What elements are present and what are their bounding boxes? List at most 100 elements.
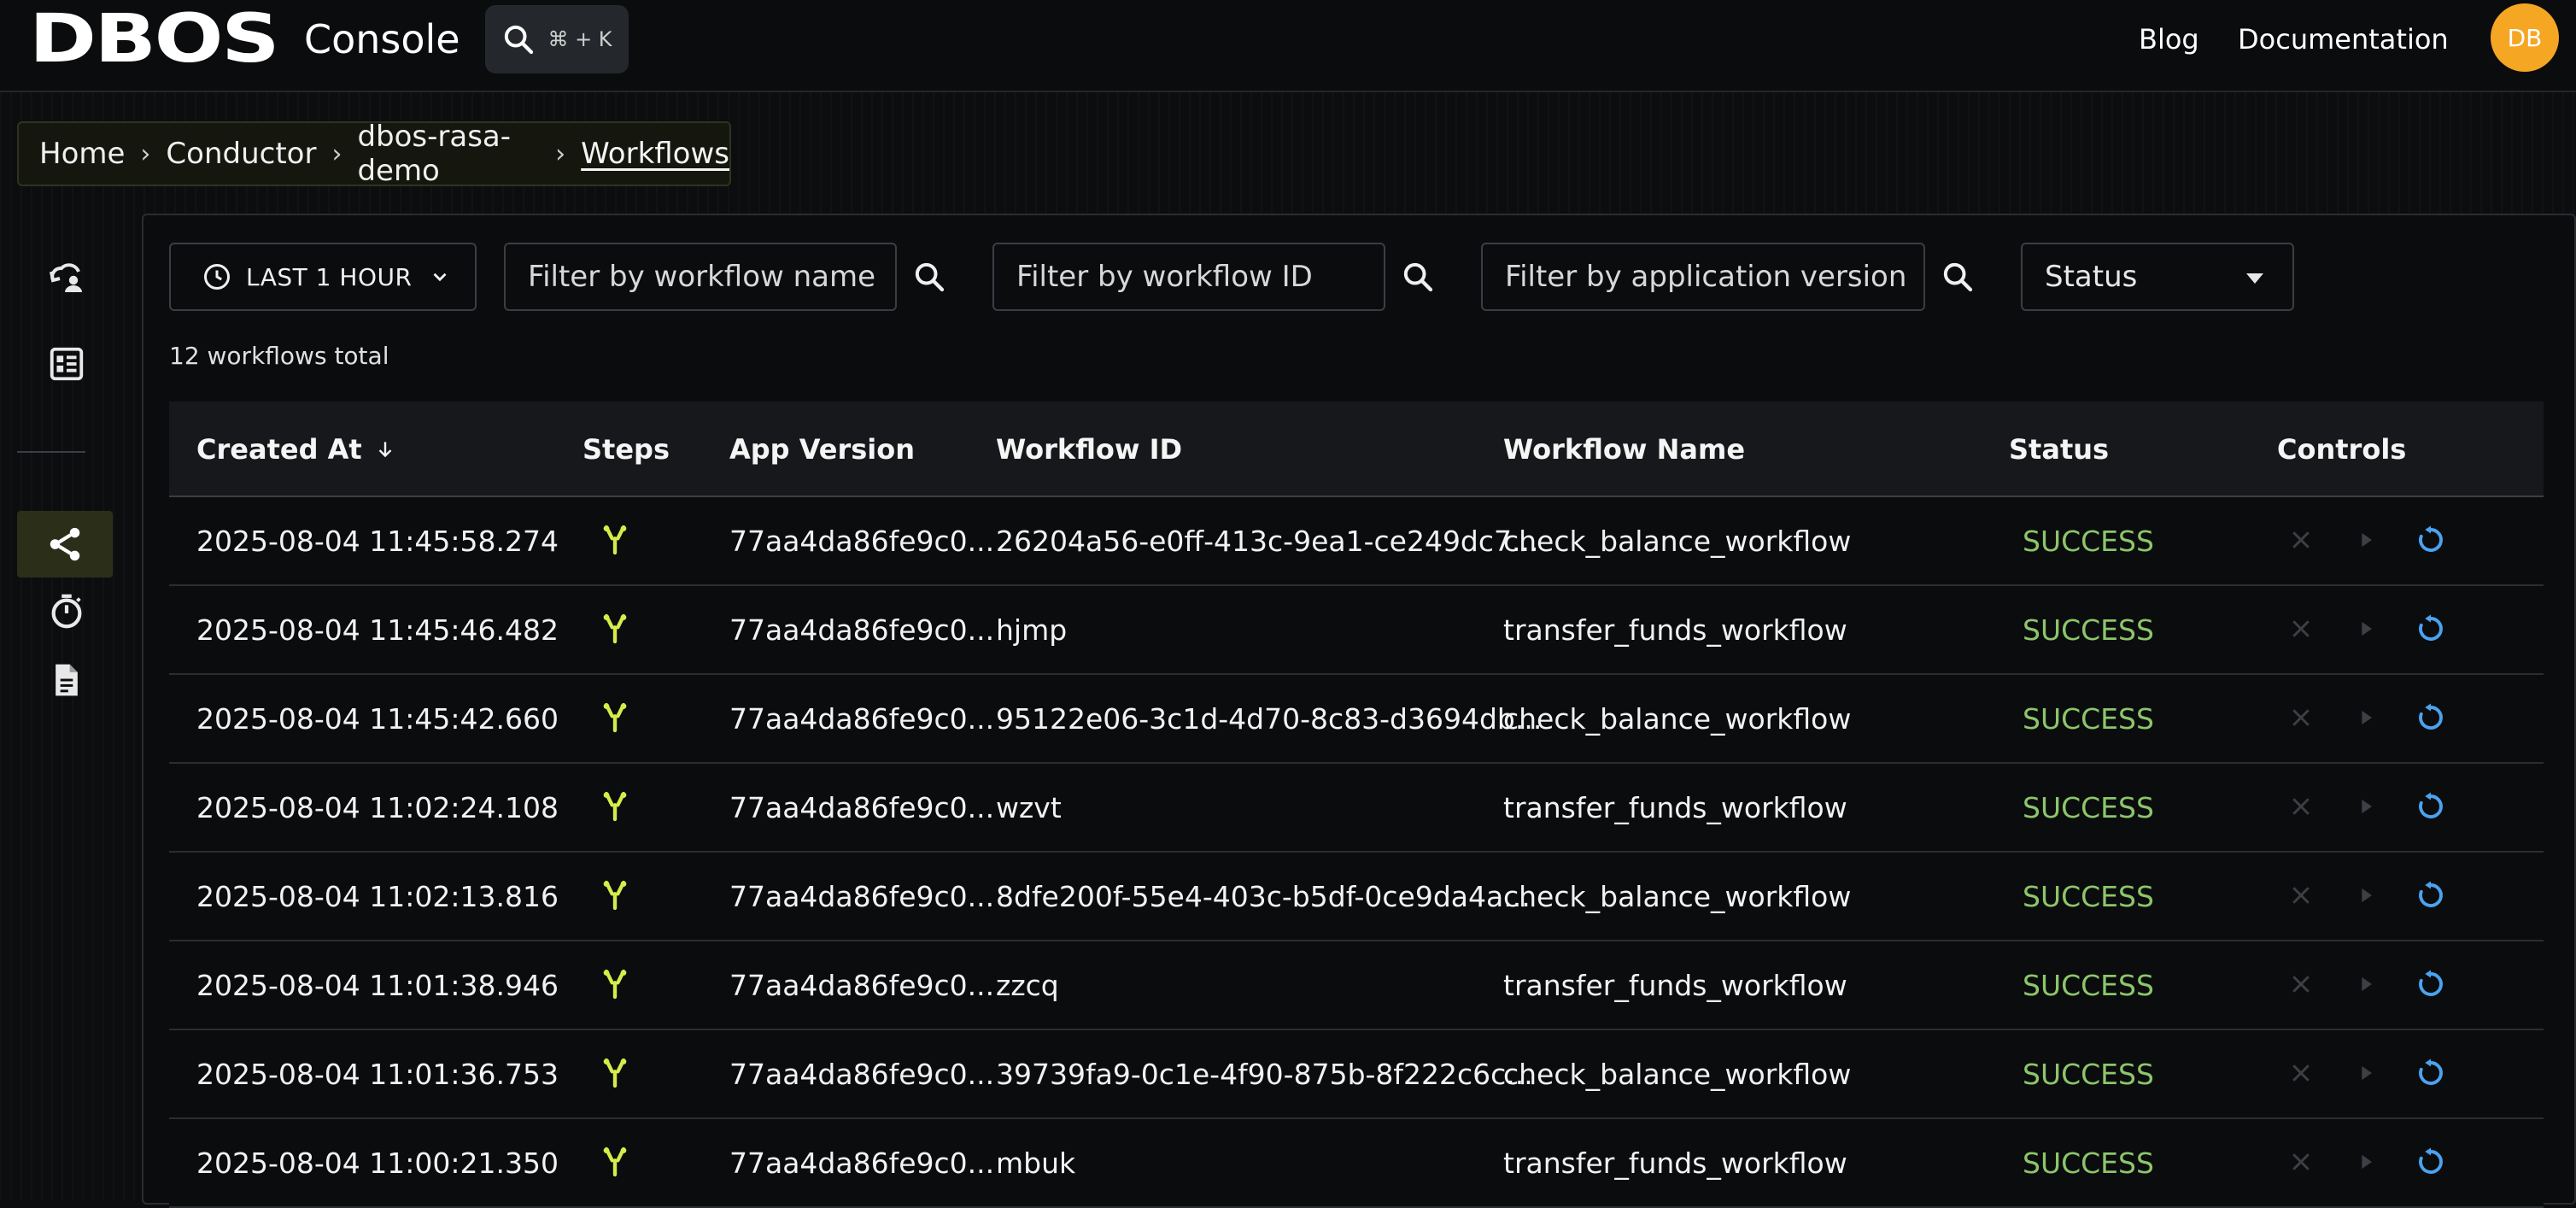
top-bar: DBOS Console ⌘ + K Blog Documentation DB xyxy=(0,0,2576,92)
column-header-steps: Steps xyxy=(583,433,670,466)
document-icon xyxy=(56,664,78,696)
app-version-cell: 77aa4da86fe9c0... xyxy=(729,525,995,558)
cancel-workflow-button[interactable] xyxy=(2284,878,2318,912)
created-at-cell: 2025-08-04 11:00:21.350 xyxy=(196,1146,559,1180)
steps-branch-icon[interactable] xyxy=(598,523,632,557)
breadcrumb: Home › Conductor › dbos-rasa-demo › Work… xyxy=(17,120,731,188)
sidebar-item-timer[interactable] xyxy=(19,579,114,644)
restart-workflow-button[interactable] xyxy=(2414,878,2448,912)
documentation-link[interactable]: Documentation xyxy=(2238,19,2449,60)
workflow-id-cell[interactable]: 39739fa9-0c1e-4f90-875b-8f222c6c... xyxy=(996,1058,1533,1092)
status-filter-select[interactable]: Status xyxy=(2021,243,2294,311)
search-icon xyxy=(1943,262,1973,292)
close-icon xyxy=(2292,709,2310,726)
resume-workflow-button[interactable] xyxy=(2349,612,2383,646)
column-header-created-at[interactable]: Created At xyxy=(196,432,396,466)
workflow-id-cell[interactable]: 26204a56-e0ff-413c-9ea1-ce249dc7... xyxy=(996,525,1539,559)
resume-workflow-button[interactable] xyxy=(2349,789,2383,824)
table-row[interactable]: 2025-08-04 11:02:24.108 77aa4da86fe9c0..… xyxy=(169,764,2544,853)
cancel-workflow-button[interactable] xyxy=(2284,967,2318,1001)
restart-workflow-button[interactable] xyxy=(2414,1056,2448,1090)
workflow-name-cell: check_balance_workflow xyxy=(1503,1058,1852,1091)
sidebar-item-cloud-user[interactable] xyxy=(19,244,114,309)
workflow-id-cell[interactable]: zzcq xyxy=(996,969,1059,1003)
resume-workflow-button[interactable] xyxy=(2349,1056,2383,1090)
cancel-workflow-button[interactable] xyxy=(2284,1145,2318,1179)
table-row[interactable]: 2025-08-04 11:01:38.946 77aa4da86fe9c0..… xyxy=(169,941,2544,1030)
cancel-workflow-button[interactable] xyxy=(2284,612,2318,646)
restart-workflow-button[interactable] xyxy=(2414,789,2448,824)
workflow-id-cell[interactable]: hjmp xyxy=(996,613,1067,648)
search-shortcut: ⌘ + K xyxy=(547,27,612,51)
column-label: Created At xyxy=(196,433,362,466)
steps-branch-icon[interactable] xyxy=(598,612,632,646)
restart-workflow-button[interactable] xyxy=(2414,612,2448,646)
table-row[interactable]: 2025-08-04 11:01:36.753 77aa4da86fe9c0..… xyxy=(169,1030,2544,1119)
command-search-button[interactable]: ⌘ + K xyxy=(485,5,629,73)
cancel-workflow-button[interactable] xyxy=(2284,789,2318,824)
resume-workflow-button[interactable] xyxy=(2349,967,2383,1001)
app-title: Console xyxy=(304,16,460,62)
play-icon xyxy=(2362,1065,2372,1081)
sidebar-divider xyxy=(17,451,85,453)
workflow-id-cell[interactable]: 95122e06-3c1d-4d70-8c83-d3694db... xyxy=(996,702,1542,736)
created-at-cell: 2025-08-04 11:02:13.816 xyxy=(196,880,559,913)
workflow-id-search-button[interactable] xyxy=(1397,256,1438,297)
table-row[interactable]: 2025-08-04 11:45:42.660 77aa4da86fe9c0..… xyxy=(169,675,2544,764)
breadcrumb-home[interactable]: Home xyxy=(39,137,125,171)
workflow-name-search-button[interactable] xyxy=(909,256,950,297)
timer-icon xyxy=(51,594,82,629)
breadcrumb-app[interactable]: dbos-rasa-demo xyxy=(357,120,540,188)
sidebar-item-dashboard[interactable] xyxy=(19,331,114,396)
steps-branch-icon[interactable] xyxy=(598,878,632,912)
steps-branch-icon[interactable] xyxy=(598,967,632,1001)
column-header-app-version: App Version xyxy=(729,433,915,466)
resume-workflow-button[interactable] xyxy=(2349,1145,2383,1179)
restart-workflow-button[interactable] xyxy=(2414,701,2448,735)
app-version-cell: 77aa4da86fe9c0... xyxy=(729,1058,995,1091)
steps-branch-icon[interactable] xyxy=(598,789,632,824)
steps-branch-icon[interactable] xyxy=(598,1145,632,1179)
workflow-name-filter-input[interactable] xyxy=(504,243,897,311)
breadcrumb-workflows[interactable]: Workflows xyxy=(581,137,729,171)
status-badge: SUCCESS xyxy=(2023,1146,2154,1180)
play-icon xyxy=(2362,888,2372,903)
table-row[interactable]: 2025-08-04 11:02:13.816 77aa4da86fe9c0..… xyxy=(169,853,2544,941)
sort-arrow-down-icon xyxy=(378,442,392,458)
restart-workflow-button[interactable] xyxy=(2414,523,2448,557)
workflow-id-cell[interactable]: 8dfe200f-55e4-403c-b5df-0ce9da4a... xyxy=(996,880,1531,914)
table-row[interactable]: 2025-08-04 11:45:58.274 77aa4da86fe9c0..… xyxy=(169,497,2544,586)
workflow-id-cell[interactable]: mbuk xyxy=(996,1146,1075,1181)
resume-workflow-button[interactable] xyxy=(2349,878,2383,912)
restart-workflow-button[interactable] xyxy=(2414,1145,2448,1179)
table-row[interactable]: 2025-08-04 11:45:46.482 77aa4da86fe9c0..… xyxy=(169,586,2544,675)
restart-icon xyxy=(2419,614,2443,641)
cancel-workflow-button[interactable] xyxy=(2284,701,2318,735)
app-version-cell: 77aa4da86fe9c0... xyxy=(729,791,995,824)
column-header-workflow-id: Workflow ID xyxy=(996,433,1183,466)
cancel-workflow-button[interactable] xyxy=(2284,1056,2318,1090)
sidebar-item-workflows[interactable] xyxy=(17,511,113,578)
column-header-workflow-name: Workflow Name xyxy=(1503,433,1746,466)
app-version-search-button[interactable] xyxy=(1937,256,1978,297)
user-avatar[interactable]: DB xyxy=(2491,3,2559,72)
dbos-logo[interactable]: DBOS xyxy=(29,5,280,73)
time-range-dropdown[interactable]: LAST 1 HOUR xyxy=(169,243,477,311)
workflow-id-cell[interactable]: wzvt xyxy=(996,791,1062,825)
close-icon xyxy=(2292,531,2310,548)
sidebar-item-documents[interactable] xyxy=(19,648,114,712)
steps-branch-icon[interactable] xyxy=(598,1056,632,1090)
resume-workflow-button[interactable] xyxy=(2349,701,2383,735)
blog-link[interactable]: Blog xyxy=(2139,19,2199,60)
breadcrumb-conductor[interactable]: Conductor xyxy=(166,137,316,171)
cancel-workflow-button[interactable] xyxy=(2284,523,2318,557)
chevron-down-icon xyxy=(433,273,447,282)
status-select-label: Status xyxy=(2045,260,2138,294)
steps-branch-icon[interactable] xyxy=(598,701,632,735)
workflow-id-filter-input[interactable] xyxy=(992,243,1385,311)
resume-workflow-button[interactable] xyxy=(2349,523,2383,557)
restart-workflow-button[interactable] xyxy=(2414,967,2448,1001)
table-row[interactable]: 2025-08-04 11:00:21.350 77aa4da86fe9c0..… xyxy=(169,1119,2544,1208)
workflows-table: Created At Steps App Version Workflow ID… xyxy=(169,402,2544,1208)
app-version-filter-input[interactable] xyxy=(1481,243,1925,311)
